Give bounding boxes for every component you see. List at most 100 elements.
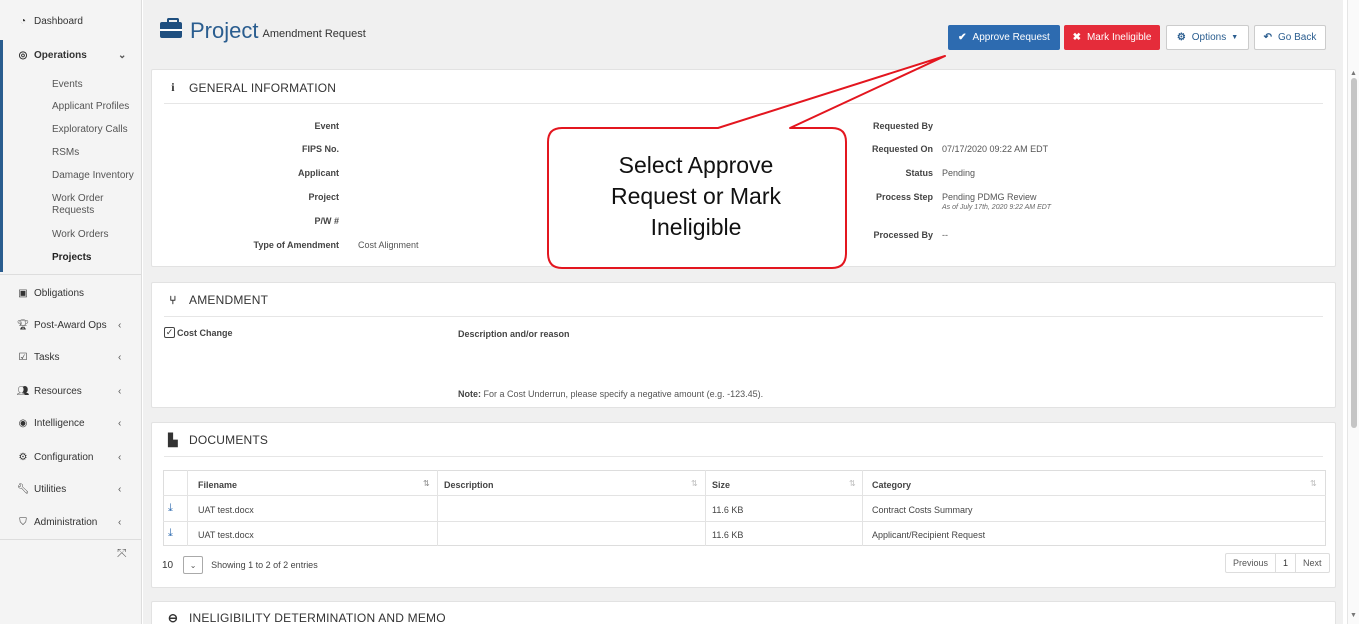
- pw-label: P/W #: [314, 216, 339, 226]
- column-header-filename[interactable]: Filename: [198, 480, 237, 490]
- sidebar-subitem-exploratory-calls[interactable]: Exploratory Calls: [52, 124, 128, 136]
- amendment-note: Note: For a Cost Underrun, please specif…: [458, 389, 763, 399]
- callout-line: Ineligible: [650, 214, 742, 240]
- sidebar-active-indicator: [0, 40, 3, 272]
- processed-by-label: Processed By: [873, 230, 933, 240]
- sidebar-item-label: Tasks: [34, 352, 60, 363]
- note-label: Note:: [458, 389, 481, 399]
- download-icon[interactable]: ⤓: [168, 502, 173, 515]
- mark-ineligible-button[interactable]: ✖ Mark Ineligible: [1064, 25, 1160, 50]
- sidebar-item-configuration[interactable]: ⚙ Configuration ‹: [0, 452, 141, 463]
- sidebar-subitem-damage-inventory[interactable]: Damage Inventory: [52, 170, 134, 182]
- go-back-button[interactable]: ↶ Go Back: [1254, 25, 1326, 50]
- download-icon[interactable]: ⤓: [168, 527, 173, 540]
- file-icon: ▙: [168, 433, 178, 447]
- options-button[interactable]: ⚙ Options ▼: [1166, 25, 1249, 50]
- dashboard-icon: ◔: [19, 16, 27, 27]
- panel-divider: [164, 103, 1323, 104]
- page-size-select[interactable]: ⌄: [183, 556, 204, 574]
- panel-heading-text: GENERAL INFORMATION: [189, 80, 337, 95]
- table-cell-filename: UAT test.docx: [198, 505, 254, 515]
- info-icon: i: [171, 80, 175, 94]
- sidebar-subitem-projects[interactable]: Projects: [52, 252, 91, 264]
- panel-heading: ▙ DOCUMENTS: [166, 433, 268, 447]
- table-row-divider: [163, 521, 1326, 522]
- sort-icon[interactable]: ⇅: [1310, 479, 1317, 488]
- gear-icon: ⚙: [1176, 32, 1186, 43]
- sort-icon[interactable]: ⇅: [691, 479, 698, 488]
- chevron-left-icon: ‹: [118, 517, 122, 528]
- pagination: Previous 1 Next: [1225, 553, 1330, 573]
- column-header-category[interactable]: Category: [872, 480, 911, 490]
- chevron-left-icon: ‹: [118, 452, 122, 463]
- chevron-left-icon: ‹: [118, 320, 122, 331]
- requested-on-label: Requested On: [871, 144, 933, 154]
- undo-icon: ↶: [1263, 32, 1273, 43]
- sidebar-subitem-rsms[interactable]: RSMs: [52, 147, 79, 159]
- table-col-divider: [437, 470, 438, 546]
- eye-icon: ◉: [18, 418, 28, 429]
- cost-change-label: Cost Change: [177, 327, 233, 338]
- sidebar-item-intelligence[interactable]: ◉ Intelligence ‹: [0, 418, 141, 429]
- table-cell-size: 11.6 KB: [712, 530, 744, 540]
- caret-down-icon: ▼: [1231, 34, 1239, 41]
- cost-change-checkbox[interactable]: ✓ Cost Change: [164, 327, 233, 338]
- sidebar-item-label: Intelligence: [34, 418, 85, 429]
- pagination-page[interactable]: 1: [1276, 554, 1297, 572]
- trophy-icon: 🏆︎: [16, 320, 30, 331]
- column-header-size[interactable]: Size: [712, 480, 730, 490]
- sidebar-item-administration[interactable]: ⛉ Administration ‹: [0, 517, 141, 528]
- sidebar-subitem-applicant-profiles[interactable]: Applicant Profiles: [52, 101, 129, 113]
- minus-circle-icon: ⊖: [167, 611, 179, 624]
- sort-asc-icon[interactable]: ⇅: [423, 479, 430, 488]
- mark-ineligible-label: Mark Ineligible: [1086, 32, 1152, 43]
- sidebar-subitem-label: Requests: [52, 205, 95, 216]
- ineligibility-panel: ⊖ INELIGIBILITY DETERMINATION AND MEMO: [151, 601, 1336, 624]
- sidebar-item-label: Obligations: [34, 288, 85, 299]
- applicant-label: Applicant: [297, 168, 339, 178]
- approve-request-label: Approve Request: [972, 32, 1050, 43]
- approve-request-button[interactable]: ✔ Approve Request: [948, 25, 1060, 50]
- requested-on-value: 07/17/2020 09:22 AM EDT: [942, 144, 1049, 154]
- sidebar-item-dashboard[interactable]: ◔ Dashboard: [0, 16, 141, 27]
- scroll-up-icon[interactable]: ▲: [1350, 70, 1357, 77]
- users-icon: 👥︎: [16, 386, 30, 397]
- sidebar-subitem-events[interactable]: Events: [52, 79, 83, 91]
- page-size-control: 10 ⌄ Showing 1 to 2 of 2 entries: [162, 556, 318, 574]
- sidebar-subitem-work-orders[interactable]: Work Orders: [52, 229, 109, 241]
- table-cell-filename: UAT test.docx: [198, 530, 254, 540]
- sidebar-item-label: Utilities: [34, 484, 67, 495]
- description-label: Description and/or reason: [458, 329, 570, 339]
- column-header-description[interactable]: Description: [444, 480, 494, 490]
- sidebar-item-operations[interactable]: ◎ Operations ⌄: [0, 50, 141, 61]
- fips-label: FIPS No.: [301, 144, 339, 154]
- page-scrollbar[interactable]: ▲ ▼: [1347, 0, 1359, 624]
- table-col-divider: [862, 470, 863, 546]
- table-col-divider: [187, 470, 188, 546]
- sidebar-item-tasks[interactable]: ☑ Tasks ‹: [0, 352, 141, 363]
- sidebar-item-utilities[interactable]: 🔧︎ Utilities ‹: [0, 484, 141, 495]
- sidebar-subitem-work-order-requests[interactable]: Work Order Requests: [52, 193, 104, 217]
- checkbox-icon: ☑: [18, 352, 28, 363]
- callout-line: Request or Mark: [610, 183, 781, 209]
- panel-heading: ⊖ INELIGIBILITY DETERMINATION AND MEMO: [166, 611, 446, 624]
- callout-line: Select Approve: [618, 152, 774, 178]
- pagination-previous[interactable]: Previous: [1226, 554, 1277, 572]
- scrollbar-thumb[interactable]: [1351, 78, 1357, 428]
- check-icon: ✔: [958, 32, 967, 43]
- sidebar-item-post-award-ops[interactable]: 🏆︎ Post-Award Ops ‹: [0, 320, 141, 331]
- sidebar-item-resources[interactable]: 👥︎ Resources ‹: [0, 386, 141, 397]
- chevron-left-icon: ‹: [118, 386, 122, 397]
- sidebar-item-label: Post-Award Ops: [34, 320, 107, 331]
- scroll-down-icon[interactable]: ▼: [1350, 612, 1357, 619]
- type-of-amendment-label: Type of Amendment: [253, 240, 339, 250]
- options-label: Options: [1191, 32, 1227, 43]
- collapse-sidebar-icon[interactable]: ⤧: [117, 546, 127, 561]
- pagination-next[interactable]: Next: [1296, 554, 1329, 572]
- table-row-divider: [163, 495, 1326, 496]
- sidebar-item-obligations[interactable]: ▣ Obligations: [0, 288, 141, 299]
- sort-icon[interactable]: ⇅: [849, 479, 856, 488]
- panel-heading-text: DOCUMENTS: [189, 433, 269, 447]
- page-title-text: Project: [190, 18, 259, 43]
- sidebar: ◔ Dashboard ◎ Operations ⌄ Events Applic…: [0, 0, 142, 624]
